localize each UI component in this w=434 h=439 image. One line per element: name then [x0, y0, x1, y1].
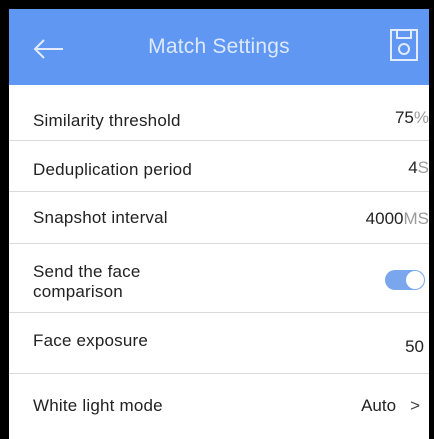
- setting-unit: %: [413, 108, 429, 127]
- frame-top-border: [0, 0, 434, 9]
- setting-row-similarity-threshold[interactable]: Similarity threshold 75%: [9, 85, 429, 141]
- setting-unit: MS: [403, 209, 430, 228]
- match-settings-screen: Match Settings Similarity threshold 75% …: [0, 0, 434, 439]
- save-button[interactable]: [389, 28, 419, 62]
- frame-left-border: [0, 0, 9, 439]
- settings-list: Similarity threshold 75% Deduplication p…: [9, 85, 429, 438]
- setting-value: 75: [394, 108, 414, 127]
- frame-right-border: [429, 0, 434, 439]
- send-face-comparison-toggle[interactable]: [385, 270, 425, 290]
- setting-value: 4000: [365, 209, 404, 228]
- deduplication-period-value[interactable]: 4S: [408, 158, 429, 178]
- page-title: Match Settings: [148, 35, 290, 58]
- setting-row-snapshot-interval[interactable]: Snapshot interval 4000MS: [9, 192, 429, 244]
- setting-row-face-exposure[interactable]: Face exposure 50: [9, 313, 429, 374]
- similarity-threshold-value[interactable]: 75%: [395, 108, 429, 128]
- setting-label: Similarity threshold: [33, 111, 181, 130]
- header-bar: Match Settings: [9, 9, 429, 85]
- floppy-disk-icon: [390, 29, 418, 61]
- setting-label: Snapshot interval: [33, 208, 168, 227]
- setting-value: Auto: [361, 396, 397, 415]
- toggle-knob: [406, 271, 424, 289]
- setting-label: Send the face comparison: [33, 262, 141, 301]
- face-exposure-value[interactable]: 50: [405, 337, 424, 357]
- setting-value: 4: [408, 158, 418, 177]
- setting-label: White light mode: [33, 396, 163, 415]
- setting-label: Face exposure: [33, 331, 149, 350]
- chevron-right-icon: >: [410, 396, 420, 415]
- white-light-mode-value[interactable]: Auto >: [361, 396, 420, 416]
- setting-unit: S: [417, 158, 429, 177]
- snapshot-interval-value[interactable]: 4000MS: [366, 209, 429, 229]
- setting-row-white-light-mode[interactable]: White light mode Auto >: [9, 374, 429, 438]
- setting-row-deduplication-period[interactable]: Deduplication period 4S: [9, 141, 429, 192]
- setting-label: Deduplication period: [33, 160, 192, 179]
- setting-row-send-face-comparison[interactable]: Send the face comparison: [9, 244, 429, 313]
